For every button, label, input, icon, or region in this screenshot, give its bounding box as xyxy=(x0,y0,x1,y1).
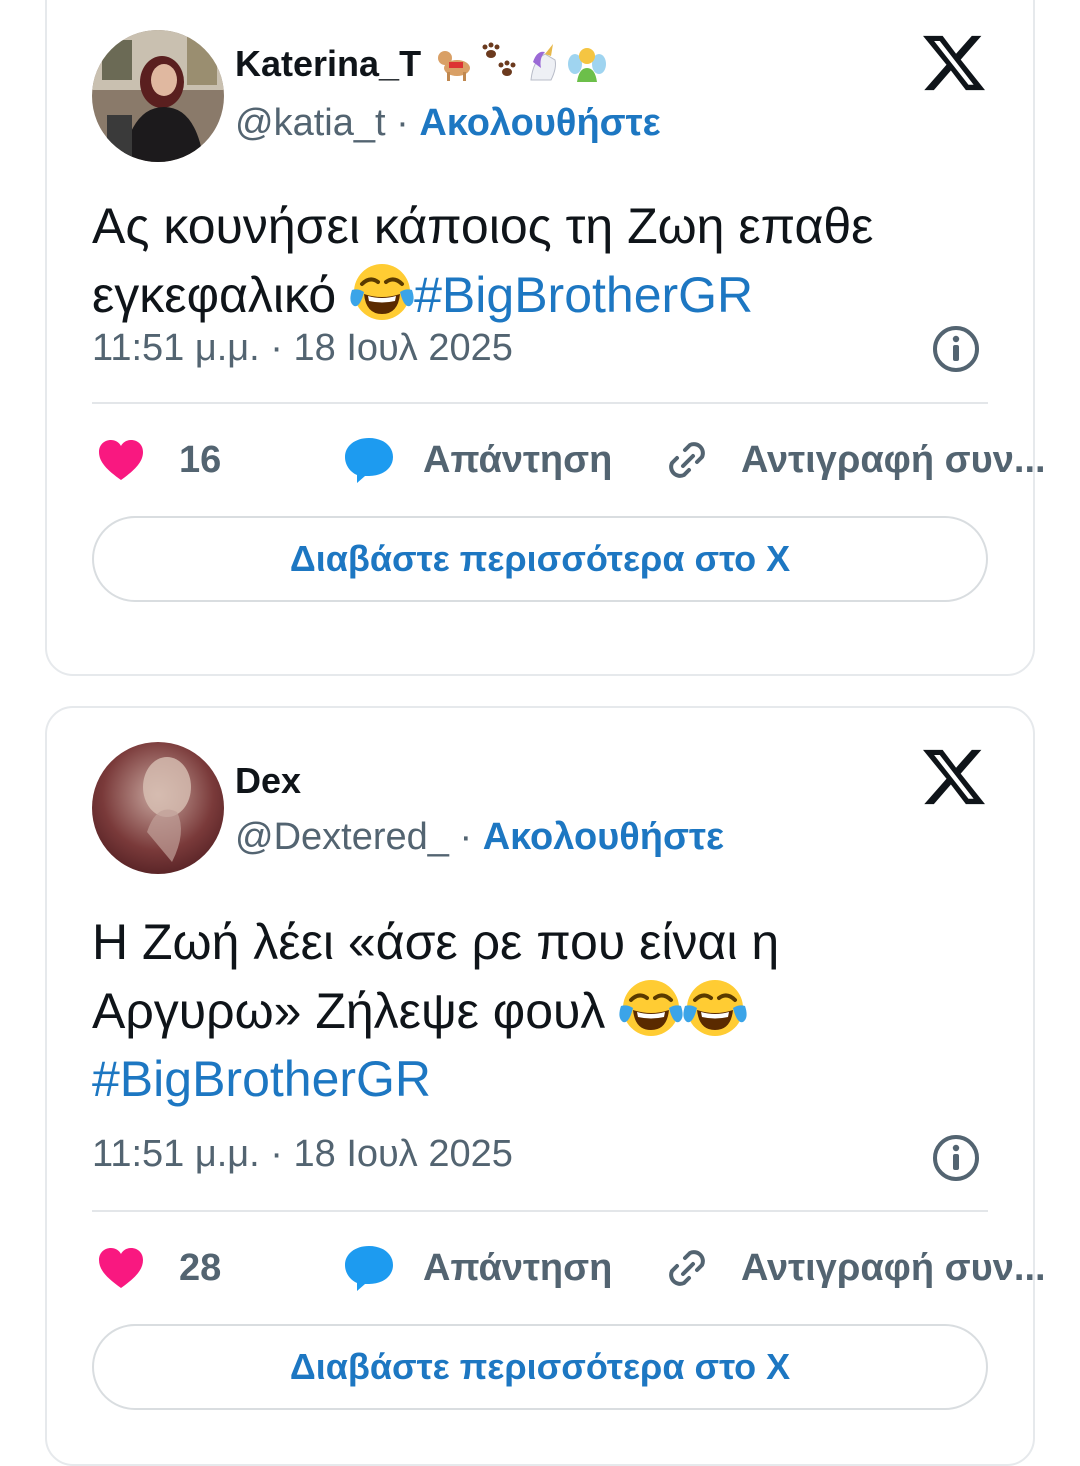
divider xyxy=(92,402,988,404)
display-name-text: Katerina_T xyxy=(235,43,422,84)
display-name[interactable]: Katerina_T xyxy=(235,42,607,85)
speech-bubble-icon xyxy=(343,1244,395,1292)
info-icon[interactable] xyxy=(931,1133,981,1183)
action-bar: 16 Απάντηση Αντιγραφή συν... xyxy=(97,430,1046,490)
heart-icon xyxy=(97,438,145,482)
link-icon xyxy=(663,436,711,484)
divider xyxy=(92,1210,988,1212)
tweet-card: Dex @Dextered_ · Ακολουθήστε Η Ζωή λέει … xyxy=(45,706,1046,1466)
like-button[interactable]: 16 xyxy=(97,430,221,490)
avatar[interactable] xyxy=(92,742,224,874)
like-count: 28 xyxy=(179,1246,222,1289)
tears-of-joy-emoji xyxy=(350,260,414,324)
reply-label: Απάντηση xyxy=(423,438,613,481)
action-bar: 28 Απάντηση Αντιγραφή συν... xyxy=(97,1238,1046,1298)
like-count: 16 xyxy=(179,438,222,481)
tweet-card: Katerina_T @katia_t · Ακολουθήστε Ας κου… xyxy=(45,0,1046,676)
reply-button[interactable]: Απάντηση xyxy=(343,1238,612,1298)
separator: · xyxy=(385,102,420,144)
name-emojis xyxy=(431,42,607,84)
link-icon xyxy=(663,1244,711,1292)
handle[interactable]: @Dextered_ xyxy=(235,816,449,858)
heart-icon xyxy=(97,1246,145,1290)
service-dog-emoji xyxy=(435,42,475,82)
follow-button[interactable]: Ακολουθήστε xyxy=(419,102,660,144)
read-more-button[interactable]: Διαβάστε περισσότερα στο X xyxy=(92,1324,988,1410)
tears-of-joy-emoji xyxy=(619,976,683,1040)
hashtag-link[interactable]: #BigBrotherGR xyxy=(414,267,753,323)
hashtag-link[interactable]: #BigBrotherGR xyxy=(92,1051,431,1107)
avatar[interactable] xyxy=(92,30,224,162)
like-button[interactable]: 28 xyxy=(97,1238,221,1298)
speech-bubble-icon xyxy=(343,436,395,484)
reply-label: Απάντηση xyxy=(423,1246,613,1289)
handle[interactable]: @katia_t xyxy=(235,102,386,144)
copy-link-label: Αντιγραφή συν... xyxy=(741,438,1046,481)
tweet-text-line: εγκεφαλικό xyxy=(92,267,337,323)
unicorn-emoji xyxy=(523,42,563,82)
reply-button[interactable]: Απάντηση xyxy=(343,430,612,490)
timestamp[interactable]: 11:51 μ.μ. · 18 Ιουλ 2025 xyxy=(92,1133,513,1176)
avatar-photo xyxy=(92,30,224,162)
fairy-emoji xyxy=(567,42,607,82)
avatar-photo xyxy=(92,742,224,874)
read-more-button[interactable]: Διαβάστε περισσότερα στο X xyxy=(92,516,988,602)
display-name[interactable]: Dex xyxy=(235,760,301,802)
copy-link-label: Αντιγραφή συν... xyxy=(741,1246,1046,1289)
timestamp[interactable]: 11:51 μ.μ. · 18 Ιουλ 2025 xyxy=(92,327,513,370)
paw-prints-emoji xyxy=(479,42,519,82)
copy-link-button[interactable]: Αντιγραφή συν... xyxy=(663,430,1046,490)
tweet-text-line: Ας κουνήσει κάποιος τη Ζωη επαθε xyxy=(92,198,874,254)
follow-button[interactable]: Ακολουθήστε xyxy=(483,816,724,858)
tweet-text-line: Αργυρω» Ζήλεψε φουλ xyxy=(92,983,606,1039)
handle-line: @Dextered_ · Ακολουθήστε xyxy=(235,816,724,859)
tweet-text: Ας κουνήσει κάποιος τη Ζωη επαθε εγκεφαλ… xyxy=(92,192,992,329)
tweet-text-line: Η Ζωή λέει «άσε ρε που είναι η xyxy=(92,914,780,970)
tears-of-joy-emoji xyxy=(683,976,747,1040)
x-logo-icon[interactable] xyxy=(923,32,985,94)
separator: · xyxy=(448,816,483,858)
copy-link-button[interactable]: Αντιγραφή συν... xyxy=(663,1238,1046,1298)
info-icon[interactable] xyxy=(931,324,981,374)
handle-line: @katia_t · Ακολουθήστε xyxy=(235,102,661,145)
tweet-text: Η Ζωή λέει «άσε ρε που είναι η Αργυρω» Ζ… xyxy=(92,908,992,1113)
x-logo-icon[interactable] xyxy=(923,746,985,808)
